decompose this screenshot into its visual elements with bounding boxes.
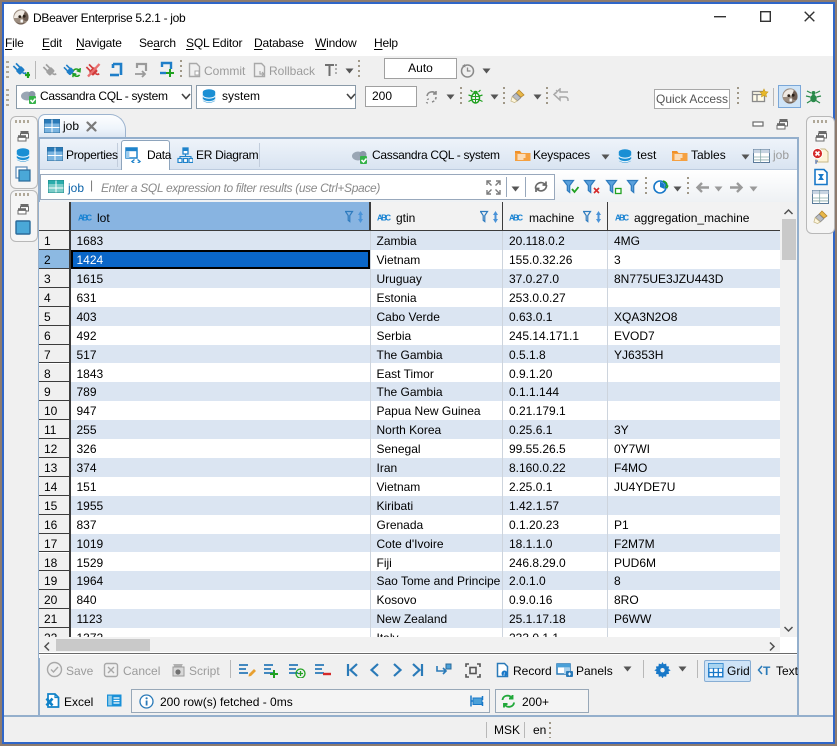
- svg-text:T: T: [763, 664, 771, 678]
- svg-text:ABC: ABC: [78, 214, 92, 223]
- svg-text:ABC: ABC: [615, 214, 629, 223]
- svg-text:ABC: ABC: [509, 214, 523, 223]
- svg-text:ABC: ABC: [377, 214, 391, 223]
